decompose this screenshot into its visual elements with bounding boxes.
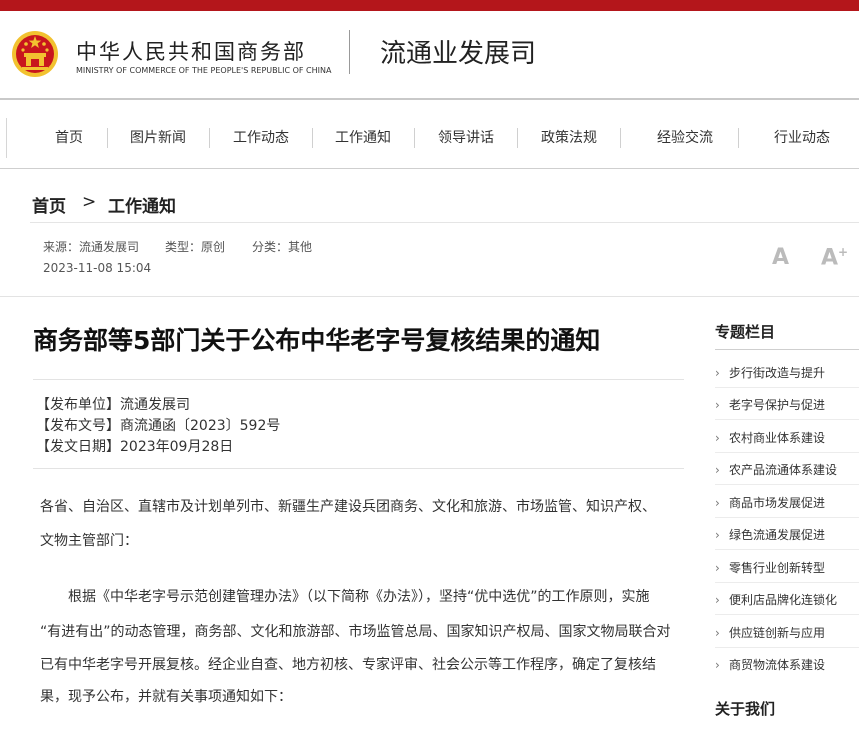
national-emblem-icon [12,31,58,77]
nav-item-policies[interactable]: 政策法规 [532,118,606,158]
department-name: 流通业发展司 [380,39,537,69]
body-line-1: 各省、自治区、直辖市及计划单列市、新疆生产建设兵团商务、文化和旅游、市场监管、知… [40,499,656,515]
publish-info-divider [33,468,684,469]
nav-item-industry-news[interactable]: 行业动态 [765,118,839,158]
sidebar-item-convenience-store[interactable]: › 便利店品牌化连锁化 [715,591,837,607]
nav-item-work-notices[interactable]: 工作通知 [326,118,400,158]
meta-datetime: 2023-11-08 15:04 [43,261,152,275]
title-divider [33,379,684,380]
sidebar-item-label: 农产品流通体系建设 [729,463,838,477]
sidebar-separator [715,517,859,518]
sidebar-item-time-honored-brands[interactable]: › 老字号保护与促进 [715,396,825,412]
sidebar-separator [715,549,859,550]
sidebar-separator [715,419,859,420]
sidebar-separator [715,582,859,583]
chevron-right-icon: › [715,431,720,445]
sidebar-item-agri-circulation[interactable]: › 农产品流通体系建设 [715,461,837,477]
sidebar-item-label: 老字号保护与促进 [729,398,826,412]
meta-type: 类型：原创 [165,240,226,254]
sidebar-separator [715,452,859,453]
font-increase-sign: + [838,245,849,259]
body-line-3: 根据《中华老字号示范创建管理办法》（以下简称《办法》），坚持“优中选优”的工作原… [68,589,650,605]
nav-separator [209,128,210,148]
nav-item-work-updates[interactable]: 工作动态 [224,118,298,158]
sidebar-item-label: 绿色流通发展促进 [729,528,826,542]
nav-item-leader-speeches[interactable]: 领导讲话 [429,118,503,158]
nav-bottom-border [0,168,859,169]
sidebar-separator [715,484,859,485]
breadcrumb-divider [30,222,859,223]
main-nav: 首页 图片新闻 工作动态 工作通知 领导讲话 政策法规 经验交流 行业动态 [0,118,859,158]
sidebar-item-label: 商品市场发展促进 [729,496,826,510]
chevron-right-icon: › [715,658,720,672]
chevron-right-icon: › [715,366,720,380]
sidebar-separator [715,614,859,615]
sidebar-item-label: 供应链创新与应用 [729,626,826,640]
sidebar-item-label: 零售行业创新转型 [729,561,826,575]
body-line-5: 已有中华老字号开展复核。经企业自查、地方初核、专家评审、社会公示等工作程序，确定… [40,657,656,673]
sidebar-title: 专题栏目 [715,323,776,341]
chevron-right-icon: › [715,626,720,640]
nav-separator [738,128,739,148]
sidebar-item-label: 农村商业体系建设 [729,431,826,445]
sidebar-item-label: 商贸物流体系建设 [729,658,826,672]
nav-separator [620,128,621,148]
article-title: 商务部等5部门关于公布中华老字号复核结果的通知 [33,326,601,355]
font-decrease-button[interactable]: A [772,245,789,270]
top-red-bar [0,0,859,11]
nav-item-experience[interactable]: 经验交流 [648,118,722,158]
font-increase-label: A [821,245,839,271]
sidebar-item-retail-innovation[interactable]: › 零售行业创新转型 [715,559,825,575]
issue-date-line: 【发文日期】2023年09月28日 [36,439,234,455]
body-line-4: “有进有出”的动态管理，商务部、文化和旅游部、市场监管总局、国家知识产权局、国家… [40,624,671,640]
sidebar-item-green-circulation[interactable]: › 绿色流通发展促进 [715,526,825,542]
chevron-right-icon: › [715,463,720,477]
sidebar-item-pedestrian-street[interactable]: › 步行街改造与提升 [715,364,825,380]
sidebar-separator [715,647,859,648]
sidebar-item-label: 步行街改造与提升 [729,366,826,380]
sidebar-title-rule [715,349,859,350]
body-line-2: 文物主管部门： [40,533,138,549]
nav-separator [312,128,313,148]
nav-item-photo-news[interactable]: 图片新闻 [121,118,195,158]
site-header: 中华人民共和国商务部 MINISTRY OF COMMERCE OF THE P… [0,11,859,100]
chevron-right-icon: › [715,398,720,412]
about-us-title: 关于我们 [715,700,776,718]
chevron-right-icon: › [715,496,720,510]
sidebar-item-label: 便利店品牌化连锁化 [729,593,838,607]
font-increase-button[interactable]: A+ [821,245,848,270]
header-divider [349,30,350,74]
ministry-name-cn: 中华人民共和国商务部 [76,40,306,64]
nav-separator [107,128,108,148]
font-decrease-label: A [772,245,790,270]
chevron-right-icon: › [715,561,720,575]
sidebar-item-logistics[interactable]: › 商贸物流体系建设 [715,656,825,672]
ministry-name-en: MINISTRY OF COMMERCE OF THE PEOPLE'S REP… [76,66,332,75]
meta-source: 来源：流通发展司 [43,240,140,254]
breadcrumb-home[interactable]: 首页 [32,192,66,217]
nav-item-home[interactable]: 首页 [38,118,100,158]
nav-separator [517,128,518,148]
chevron-right-icon: › [715,593,720,607]
body-line-6: 果，现予公布，并就有关事项通知如下： [40,689,292,705]
chevron-right-icon: › [715,528,720,542]
sidebar-item-supply-chain[interactable]: › 供应链创新与应用 [715,624,825,640]
nav-separator [414,128,415,148]
breadcrumb-current[interactable]: 工作通知 [108,192,176,217]
publisher-line: 【发布单位】流通发展司 [36,397,190,413]
meta-divider [0,296,859,297]
meta-category: 分类：其他 [252,240,313,254]
sidebar-item-rural-commerce[interactable]: › 农村商业体系建设 [715,429,825,445]
nav-edge [6,118,7,158]
sidebar-separator [715,387,859,388]
doc-number-line: 【发布文号】商流通函〔2023〕592号 [36,418,281,434]
breadcrumb-separator: > [82,192,97,212]
sidebar-item-commodity-market[interactable]: › 商品市场发展促进 [715,494,825,510]
